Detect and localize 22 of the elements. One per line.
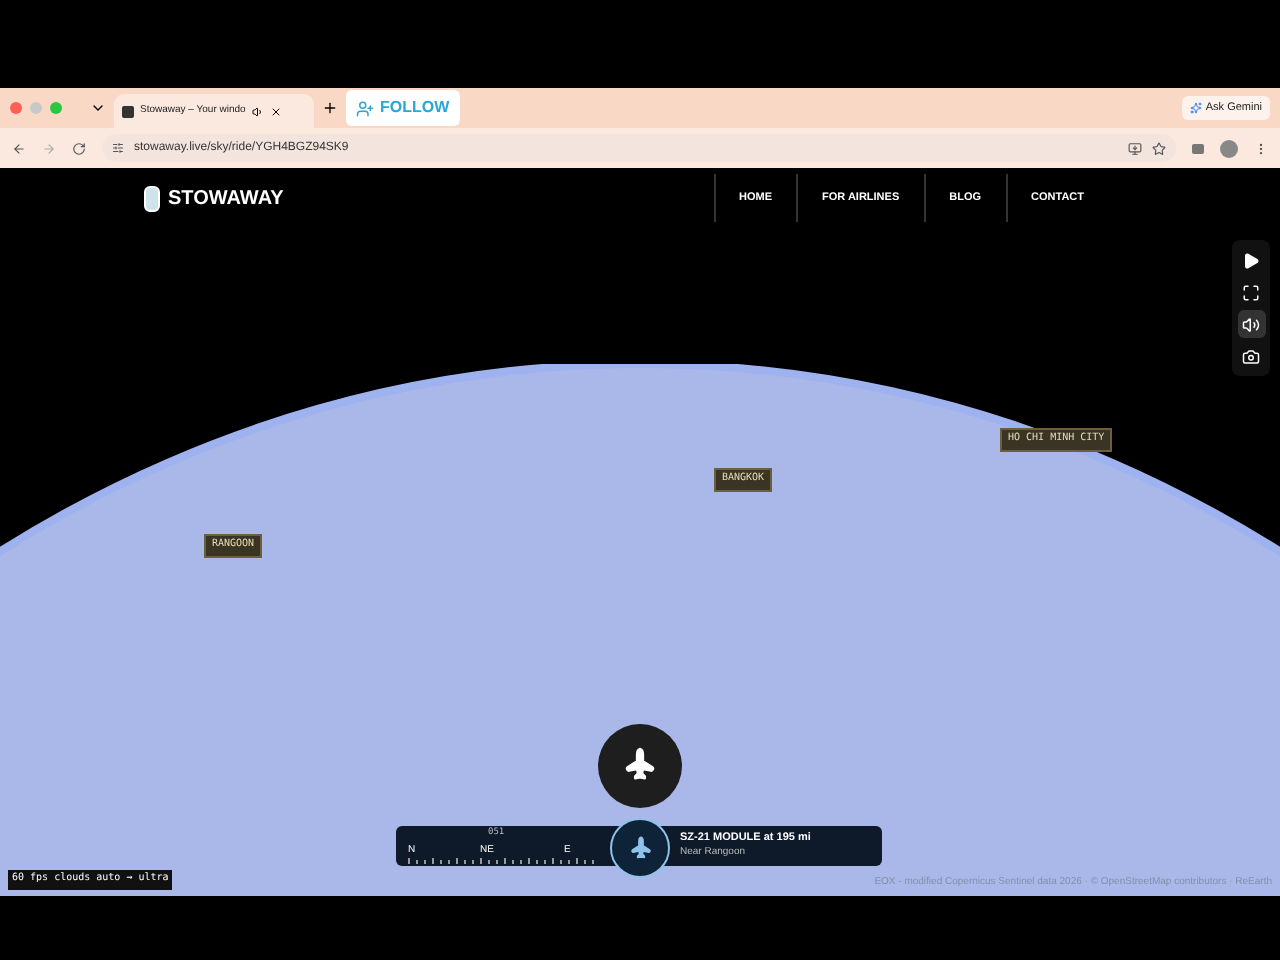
speaker-icon — [1242, 315, 1260, 333]
profile-avatar[interactable] — [1220, 139, 1238, 157]
menu-icon[interactable] — [1254, 141, 1268, 155]
extension-icon[interactable] — [1192, 143, 1204, 153]
camera-icon — [1242, 347, 1260, 365]
reload-icon[interactable] — [72, 141, 86, 155]
site-logo[interactable]: STOWAWAY — [168, 183, 284, 213]
tab-audio-icon[interactable] — [251, 105, 264, 117]
user-add-icon — [356, 99, 374, 117]
site-info-icon — [112, 142, 124, 154]
play-icon — [1242, 251, 1260, 269]
logo-icon — [144, 185, 160, 211]
back-icon[interactable] — [12, 141, 26, 155]
fullscreen-icon — [1242, 283, 1260, 301]
sparkle-icon — [1189, 102, 1202, 114]
sound-button[interactable] — [1237, 310, 1265, 338]
site-favicon-icon — [122, 105, 134, 117]
install-icon[interactable] — [1128, 141, 1142, 155]
bookmark-icon[interactable] — [1152, 141, 1166, 155]
tab-close-icon[interactable] — [269, 105, 282, 117]
new-tab-icon[interactable] — [322, 100, 338, 116]
tab-list-icon[interactable] — [90, 100, 106, 116]
